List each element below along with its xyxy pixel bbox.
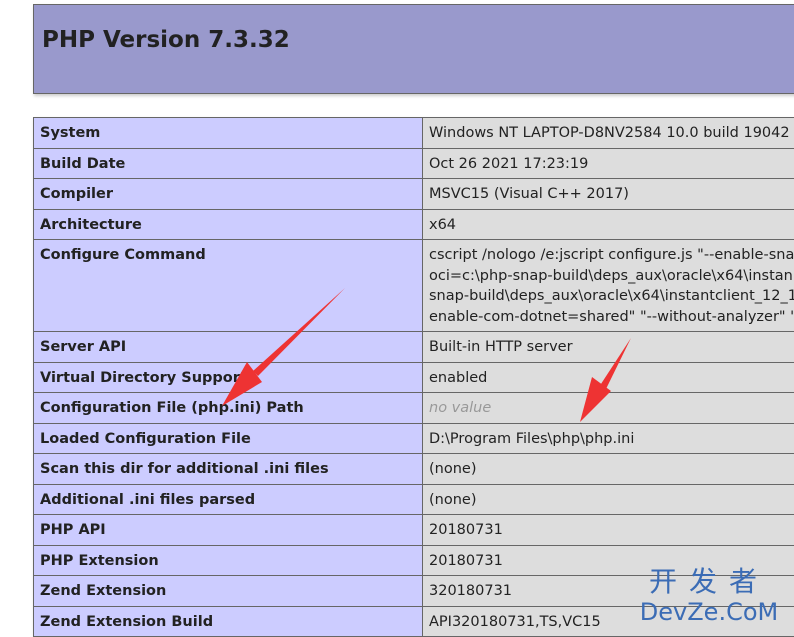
table-row: Build Date Oct 26 2021 17:23:19 (34, 148, 794, 179)
row-value: 20180731 (423, 515, 794, 546)
value-line: enable-com-dotnet=shared" "--without-ana… (429, 307, 794, 328)
table-row: Architecture x64 (34, 209, 794, 240)
value-line: (none) (429, 490, 794, 511)
row-value: MSVC15 (Visual C++ 2017) (423, 179, 794, 210)
row-label: System (34, 118, 423, 149)
row-label: Zend Extension Build (34, 606, 423, 637)
value-line: 20180731 (429, 520, 794, 541)
value-line: D:\Program Files\php\php.ini (429, 429, 794, 450)
value-line: enabled (429, 368, 794, 389)
table-row: Additional .ini files parsed (none) (34, 484, 794, 515)
value-line: x64 (429, 215, 794, 236)
row-label: PHP API (34, 515, 423, 546)
row-value: (none) (423, 484, 794, 515)
row-value: cscript /nologo /e:jscript configure.js … (423, 240, 794, 332)
value-line: snap-build\deps_aux\oracle\x64\instantcl… (429, 286, 794, 307)
row-value: Built-in HTTP server (423, 332, 794, 363)
watermark-english: DevZe.CoM (634, 598, 784, 626)
row-label: Virtual Directory Support (34, 362, 423, 393)
php-info-table: System Windows NT LAPTOP-D8NV2584 10.0 bu… (33, 117, 794, 637)
row-value: (none) (423, 454, 794, 485)
value-line: Oct 26 2021 17:23:19 (429, 154, 794, 175)
row-label: Zend Extension (34, 576, 423, 607)
row-label: Architecture (34, 209, 423, 240)
table-row: Configuration File (php.ini) Path no valu… (34, 393, 794, 424)
table-row: PHP API 20180731 (34, 515, 794, 546)
watermark-chinese: 开发者 (634, 566, 784, 598)
row-value: x64 (423, 209, 794, 240)
value-line: MSVC15 (Visual C++ 2017) (429, 184, 794, 205)
table-row: Loaded Configuration File D:\Program File… (34, 423, 794, 454)
table-row: Virtual Directory Support enabled (34, 362, 794, 393)
row-label: Compiler (34, 179, 423, 210)
value-line: Windows NT LAPTOP-D8NV2584 10.0 build 19… (429, 123, 794, 144)
row-label: PHP Extension (34, 545, 423, 576)
row-value: Oct 26 2021 17:23:19 (423, 148, 794, 179)
table-row: Configure Command cscript /nologo /e:jscr… (34, 240, 794, 332)
table-row: Compiler MSVC15 (Visual C++ 2017) (34, 179, 794, 210)
row-value: D:\Program Files\php\php.ini (423, 423, 794, 454)
value-line: cscript /nologo /e:jscript configure.js … (429, 245, 794, 266)
table-row: System Windows NT LAPTOP-D8NV2584 10.0 bu… (34, 118, 794, 149)
row-value: Windows NT LAPTOP-D8NV2584 10.0 build 19… (423, 118, 794, 149)
row-label: Configure Command (34, 240, 423, 332)
value-line: Built-in HTTP server (429, 337, 794, 358)
row-label: Configuration File (php.ini) Path (34, 393, 423, 424)
row-value: no value (423, 393, 794, 424)
row-label: Scan this dir for additional .ini files (34, 454, 423, 485)
row-label: Server API (34, 332, 423, 363)
table-row: Scan this dir for additional .ini files (… (34, 454, 794, 485)
page-title: PHP Version 7.3.32 (42, 27, 290, 53)
value-line: oci=c:\php-snap-build\deps_aux\oracle\x6… (429, 266, 794, 287)
site-watermark: 开发者 DevZe.CoM (634, 566, 784, 626)
row-value: enabled (423, 362, 794, 393)
row-label: Loaded Configuration File (34, 423, 423, 454)
row-label: Additional .ini files parsed (34, 484, 423, 515)
row-label: Build Date (34, 148, 423, 179)
php-version-header: PHP Version 7.3.32 (33, 4, 794, 94)
value-line: (none) (429, 459, 794, 480)
table-row: Server API Built-in HTTP server (34, 332, 794, 363)
value-line: no value (429, 398, 794, 419)
